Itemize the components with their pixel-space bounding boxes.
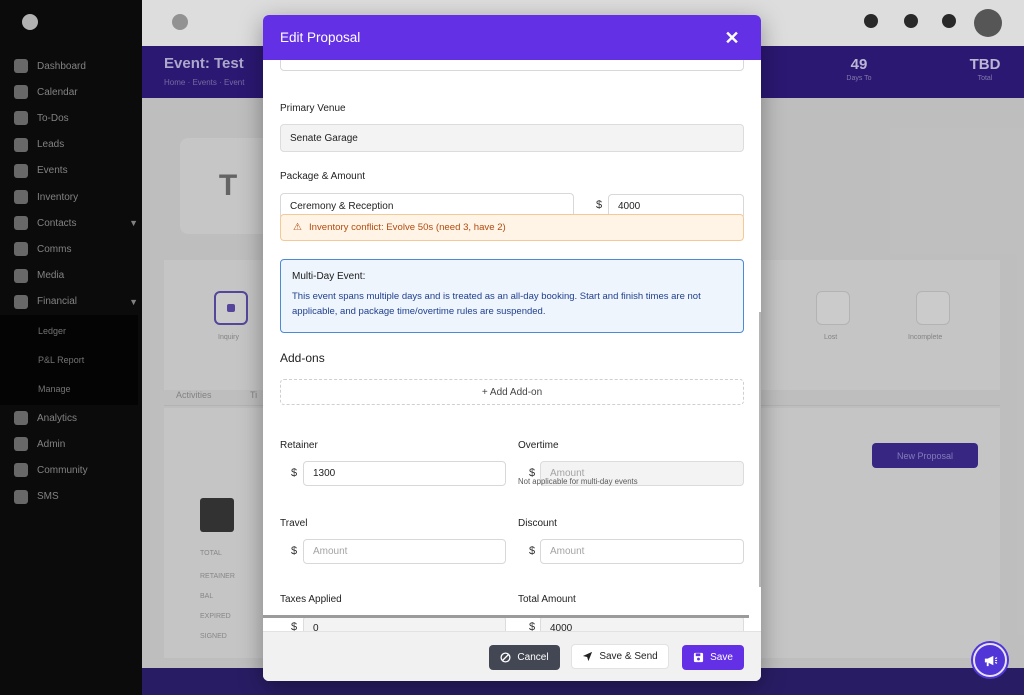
total-amount-input[interactable]: 4000 bbox=[540, 616, 744, 631]
save-send-label: Save & Send bbox=[599, 651, 658, 662]
edit-proposal-modal: Edit Proposal ✕ Primary Venue Senate Gar… bbox=[263, 15, 761, 681]
inventory-conflict-alert: ⚠ Inventory conflict: Evolve 50s (need 3… bbox=[280, 214, 744, 241]
horizontal-scrollbar[interactable] bbox=[263, 615, 749, 618]
warning-triangle-icon: ⚠ bbox=[293, 222, 302, 233]
taxes-input[interactable]: 0 bbox=[303, 616, 506, 631]
currency-symbol: $ bbox=[291, 545, 298, 557]
retainer-label: Retainer bbox=[280, 440, 318, 451]
info-title: Multi-Day Event: bbox=[292, 271, 366, 282]
overtime-hint: Not applicable for multi-day events bbox=[518, 477, 638, 486]
currency-symbol: $ bbox=[291, 621, 298, 631]
addons-heading: Add-ons bbox=[280, 351, 325, 365]
cutoff-field[interactable] bbox=[280, 60, 744, 71]
close-icon[interactable]: ✕ bbox=[722, 28, 742, 48]
alert-text: Inventory conflict: Evolve 50s (need 3, … bbox=[308, 222, 506, 233]
taxes-label: Taxes Applied bbox=[280, 594, 342, 605]
vertical-scrollbar[interactable] bbox=[759, 312, 761, 587]
save-button[interactable]: Save bbox=[682, 645, 744, 670]
send-icon bbox=[583, 651, 593, 662]
primary-venue-field[interactable]: Senate Garage bbox=[280, 124, 744, 152]
cancel-button[interactable]: Cancel bbox=[489, 645, 560, 670]
package-amount-label: Package & Amount bbox=[280, 171, 366, 182]
info-body: This event spans multiple days and is tr… bbox=[292, 291, 701, 317]
cancel-label: Cancel bbox=[517, 652, 549, 663]
retainer-input[interactable]: 1300 bbox=[303, 461, 506, 486]
megaphone-button[interactable] bbox=[973, 643, 1007, 677]
currency-symbol: $ bbox=[596, 199, 603, 211]
modal-title: Edit Proposal bbox=[280, 30, 361, 45]
primary-venue-label: Primary Venue bbox=[280, 103, 346, 114]
modal-footer: Cancel Save & Send Save bbox=[263, 631, 761, 681]
cancel-circle-icon bbox=[500, 652, 511, 663]
travel-label: Travel bbox=[280, 518, 308, 529]
discount-input[interactable]: Amount bbox=[540, 539, 744, 564]
modal-header: Edit Proposal ✕ bbox=[263, 15, 761, 60]
save-label: Save bbox=[710, 652, 733, 663]
multi-day-info-box: Multi-Day Event: This event spans multip… bbox=[280, 259, 744, 333]
currency-symbol: $ bbox=[291, 467, 298, 479]
modal-body[interactable]: Primary Venue Senate Garage Package & Am… bbox=[263, 60, 761, 631]
travel-input[interactable]: Amount bbox=[303, 539, 506, 564]
currency-symbol: $ bbox=[529, 621, 536, 631]
save-and-send-button[interactable]: Save & Send bbox=[571, 644, 669, 669]
currency-symbol: $ bbox=[529, 545, 536, 557]
add-addon-button[interactable]: + Add Add-on bbox=[280, 379, 744, 405]
total-amount-label: Total Amount bbox=[518, 594, 576, 605]
discount-label: Discount bbox=[518, 518, 557, 529]
megaphone-icon bbox=[984, 655, 997, 666]
floppy-disk-icon bbox=[694, 652, 704, 663]
overtime-label: Overtime bbox=[518, 440, 559, 451]
